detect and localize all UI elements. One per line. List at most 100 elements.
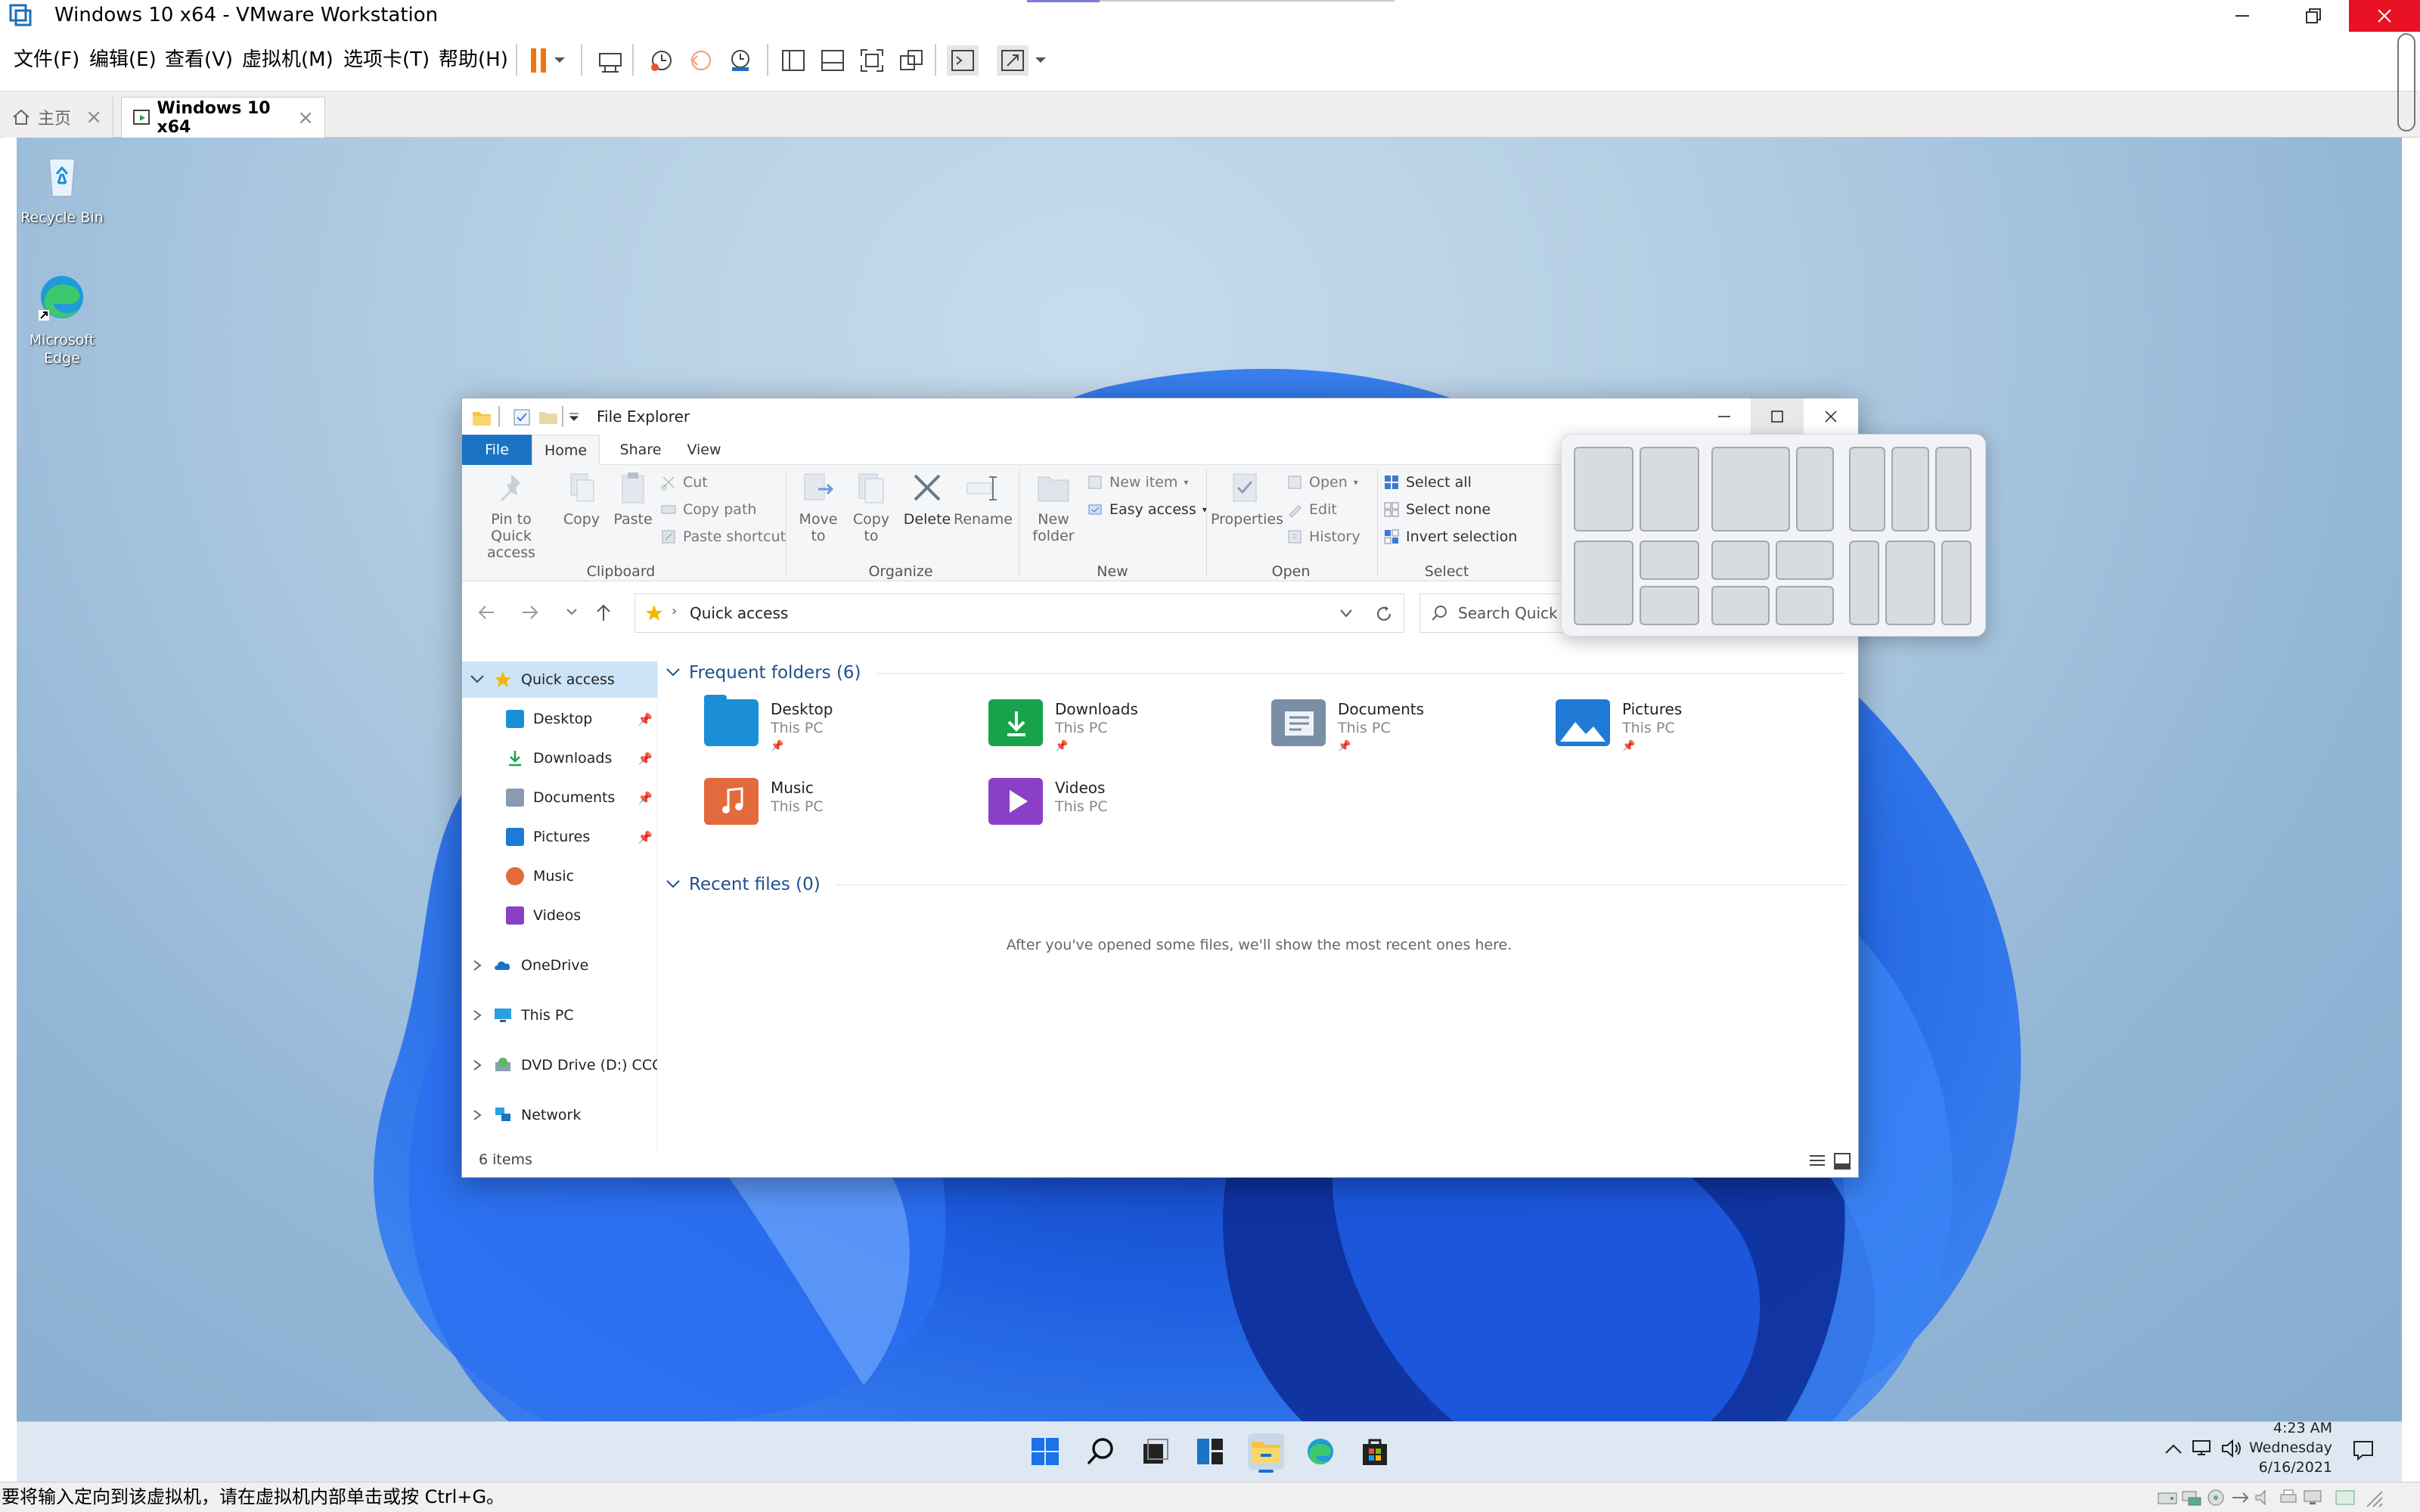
taskbar-search-button[interactable]	[1083, 1433, 1119, 1470]
folder-item-videos[interactable]: Videos This PC	[988, 778, 1108, 825]
large-icons-view-icon[interactable]	[1832, 1151, 1852, 1171]
menu-vm[interactable]: 虚拟机(M)	[242, 45, 334, 74]
desktop-icon-recycle-bin[interactable]: Recycle Bin	[17, 148, 107, 227]
tab-home[interactable]: 主页 ×	[2, 97, 113, 138]
volume-icon[interactable]	[2220, 1438, 2243, 1459]
menu-tabs[interactable]: 选项卡(T)	[343, 45, 430, 74]
menu-edit[interactable]: 编辑(E)	[89, 45, 157, 74]
taskbar-clock[interactable]: 4:23 AM Wednesday 6/16/2021	[2249, 1418, 2332, 1477]
properties-quick-icon[interactable]	[512, 407, 532, 427]
new-item-button[interactable]: New item ▾	[1087, 472, 1207, 492]
pin-quick-access-button[interactable]: Pin to Quick access	[470, 471, 553, 561]
snap-zone[interactable]	[1640, 447, 1699, 531]
copy-button[interactable]: Copy	[557, 471, 606, 528]
select-none-button[interactable]: Select none	[1383, 500, 1517, 519]
forward-arrow-icon[interactable]	[521, 604, 539, 621]
close-button[interactable]	[2349, 0, 2420, 32]
taskbar-edge[interactable]	[1302, 1433, 1339, 1470]
snap-zone[interactable]	[1711, 541, 1770, 580]
snap-zone[interactable]	[1941, 541, 1972, 625]
restore-button[interactable]	[2278, 0, 2349, 32]
invert-selection-button[interactable]: Invert selection	[1383, 527, 1517, 547]
nav-network[interactable]: Network	[462, 1097, 657, 1133]
move-to-button[interactable]: Move to	[792, 471, 845, 544]
minimize-button[interactable]	[2207, 0, 2278, 32]
power-dropdown[interactable]	[551, 45, 569, 76]
taskbar-store[interactable]	[1357, 1433, 1393, 1470]
snapshot-manager-button[interactable]	[724, 45, 756, 76]
ribbon-tab-view[interactable]: View	[674, 435, 734, 465]
folder-item-pictures[interactable]: Pictures This PC 📌	[1556, 699, 1682, 755]
menu-view[interactable]: 查看(V)	[165, 45, 233, 74]
folder-item-documents[interactable]: Documents This PC 📌	[1271, 699, 1424, 755]
rename-button[interactable]: Rename	[954, 471, 1013, 528]
console-view-button[interactable]	[947, 45, 979, 76]
explorer-maximize-button[interactable]	[1751, 398, 1804, 435]
cd-dvd-icon[interactable]	[2205, 1489, 2226, 1507]
snap-zone[interactable]	[1891, 447, 1929, 531]
copy-to-button[interactable]: Copy to	[845, 471, 898, 544]
pin-icon[interactable]: 📌	[638, 751, 653, 766]
snap-zone[interactable]	[1849, 447, 1885, 531]
snap-zone[interactable]	[1885, 541, 1935, 625]
snap-zone[interactable]	[1776, 541, 1834, 580]
pin-icon[interactable]: 📌	[638, 791, 653, 805]
select-all-button[interactable]: Select all	[1383, 472, 1517, 492]
desktop-icon-edge[interactable]: Microsoft Edge	[17, 271, 107, 367]
stretch-dropdown[interactable]	[1032, 45, 1050, 76]
network-tray-icon[interactable]	[2190, 1438, 2213, 1459]
unity-button[interactable]	[895, 45, 927, 76]
pin-icon[interactable]: 📌	[638, 712, 653, 727]
address-history-chevron-icon[interactable]	[1340, 609, 1352, 618]
full-screen-button[interactable]	[856, 45, 888, 76]
back-arrow-icon[interactable]	[477, 604, 495, 621]
stretch-guest-button[interactable]	[997, 45, 1028, 76]
details-view-icon[interactable]	[1808, 1153, 1826, 1170]
refresh-icon[interactable]	[1375, 605, 1393, 623]
scrollbar-thumb[interactable]	[2397, 33, 2415, 132]
usb-controller-icon[interactable]	[2229, 1489, 2251, 1507]
open-button[interactable]: Open ▾	[1286, 472, 1360, 492]
snap-zone[interactable]	[1711, 447, 1790, 531]
thumbnail-bar-button[interactable]	[817, 45, 849, 76]
printer-icon[interactable]	[2278, 1489, 2299, 1507]
snap-zone[interactable]	[1849, 541, 1879, 625]
frequent-folders-header[interactable]: Frequent folders (6)	[666, 663, 1846, 683]
recent-locations-chevron-icon[interactable]	[566, 609, 577, 616]
snap-zone[interactable]	[1796, 447, 1834, 531]
easy-access-button[interactable]: Easy access ▾	[1087, 500, 1207, 519]
nav-dvd-drive[interactable]: DVD Drive (D:) CCCC	[462, 1047, 657, 1083]
menu-help[interactable]: 帮助(H)	[439, 45, 508, 74]
address-bar[interactable]: › Quick access	[634, 593, 1404, 633]
display-icon[interactable]	[2302, 1489, 2323, 1507]
snapshot-button[interactable]	[646, 45, 678, 76]
revert-snapshot-button[interactable]	[685, 45, 717, 76]
nav-item-documents[interactable]: Documents 📌	[462, 779, 657, 816]
resize-grip-icon[interactable]	[2363, 1487, 2384, 1508]
taskbar-file-explorer[interactable]	[1248, 1433, 1284, 1470]
snap-zone[interactable]	[1574, 541, 1634, 625]
send-ctrl-alt-del-button[interactable]	[594, 45, 626, 76]
explorer-minimize-button[interactable]	[1698, 398, 1751, 435]
nav-onedrive[interactable]: OneDrive	[462, 947, 657, 984]
sound-card-icon[interactable]	[2254, 1489, 2275, 1507]
paste-shortcut-button[interactable]: Paste shortcut	[660, 527, 786, 547]
folder-item-desktop[interactable]: Desktop This PC 📌	[704, 695, 833, 755]
nav-item-downloads[interactable]: Downloads 📌	[462, 740, 657, 776]
recent-files-header[interactable]: Recent files (0)	[666, 875, 1846, 894]
up-arrow-icon[interactable]	[595, 603, 612, 622]
ribbon-tab-home[interactable]: Home	[532, 435, 600, 465]
task-view-button[interactable]	[1137, 1433, 1174, 1470]
snap-zone[interactable]	[1640, 541, 1699, 580]
show-hidden-icons-chevron-icon[interactable]	[2164, 1442, 2183, 1455]
snap-zone[interactable]	[1776, 586, 1834, 625]
nav-item-music[interactable]: Music	[462, 858, 657, 894]
delete-button[interactable]: Delete	[901, 471, 954, 528]
edit-button[interactable]: Edit	[1286, 500, 1360, 519]
nav-item-desktop[interactable]: Desktop 📌	[462, 701, 657, 737]
new-folder-quick-icon[interactable]	[538, 409, 559, 426]
hard-disk-icon[interactable]	[2157, 1489, 2178, 1507]
show-library-button[interactable]	[777, 45, 809, 76]
ribbon-tab-share[interactable]: Share	[610, 435, 671, 465]
menu-file[interactable]: 文件(F)	[14, 45, 79, 74]
